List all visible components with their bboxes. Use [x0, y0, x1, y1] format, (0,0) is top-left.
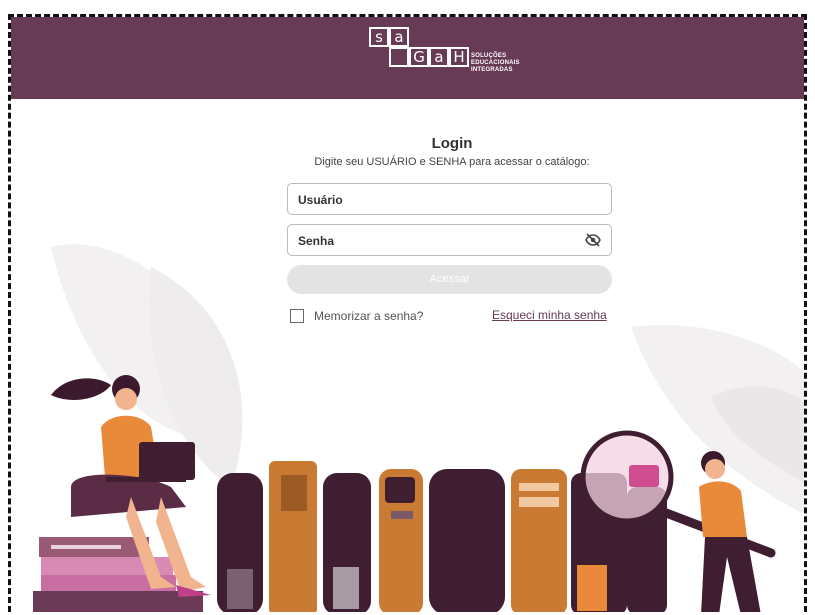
sagah-logo: s a G a H SOLUÇÕES EDUCACIONAIS INTEGRAD… [369, 27, 539, 87]
header-bar: s a G a H SOLUÇÕES EDUCACIONAIS INTEGRAD… [11, 17, 804, 99]
login-page: s a G a H SOLUÇÕES EDUCACIONAIS INTEGRAD… [8, 14, 807, 612]
forgot-password-link[interactable]: Esqueci minha senha [492, 308, 607, 322]
row-of-books-icon [217, 461, 667, 612]
password-label: Senha [298, 234, 335, 248]
man-with-magnifying-glass-icon [699, 451, 761, 612]
logo-tagline-3: INTEGRADAS [471, 67, 513, 73]
login-subtitle: Digite seu USUÁRIO e SENHA para acessar … [314, 156, 590, 168]
eye-off-icon[interactable] [585, 233, 601, 252]
logo-letter: G [409, 47, 429, 67]
login-title: Login [431, 135, 473, 152]
logo-spacer [389, 47, 409, 67]
logo-letter: a [429, 47, 449, 67]
remember-label: Memorizar a senha? [314, 309, 424, 323]
logo-letter: H [449, 47, 469, 67]
login-heading-group: Login Digite seu USUÁRIO e SENHA para ac… [287, 135, 617, 168]
submit-button[interactable]: Acessar [287, 265, 612, 294]
magnifying-glass-icon [580, 430, 776, 558]
logo-letter: a [389, 27, 409, 47]
username-label: Usuário [298, 193, 343, 207]
username-field[interactable]: Usuário [287, 183, 612, 215]
remember-password-group[interactable]: Memorizar a senha? [290, 309, 423, 323]
woman-with-laptop-icon [51, 375, 211, 597]
logo-tagline-2: EDUCACIONAIS [471, 60, 520, 66]
leaf-shape [711, 386, 804, 484]
remember-checkbox[interactable] [290, 309, 304, 323]
leaf-shape [51, 244, 241, 441]
leaf-shape [631, 325, 804, 514]
password-field[interactable]: Senha [287, 224, 612, 256]
logo-letter: s [369, 27, 389, 47]
leaf-shape [149, 267, 243, 487]
book-stack-icon [33, 537, 203, 612]
logo-tagline-1: SOLUÇÕES [471, 53, 507, 59]
